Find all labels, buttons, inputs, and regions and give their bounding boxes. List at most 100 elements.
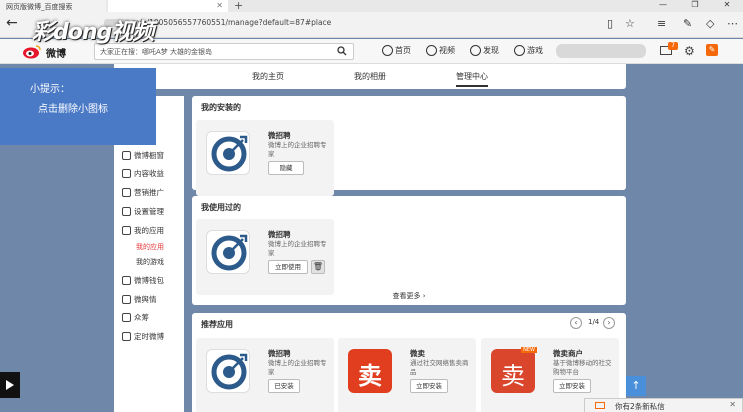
envelope-icon <box>595 402 605 409</box>
nav-home[interactable]: 首页 <box>382 45 411 56</box>
sidebar-item-wallet[interactable]: 微博钱包 <box>122 275 164 286</box>
installed-panel: 我的安装的 微招聘 微博上的企业招聘专家 隐藏 <box>192 96 626 196</box>
sidebar-item-crowdfund[interactable]: 众筹 <box>122 312 149 323</box>
sell-app-glyph: 卖 <box>358 362 382 390</box>
close-window-button[interactable]: ✕ <box>711 0 743 12</box>
install-now-button[interactable]: 立即安装 <box>410 379 448 393</box>
hub-icon[interactable]: ≡ <box>657 17 666 30</box>
sidebar-item-income[interactable]: 内容收益 <box>122 168 164 179</box>
browser-tab-1[interactable]: 网页版微博_百度搜索 <box>0 0 106 12</box>
recommended-panel: 推荐应用 ‹ 1/4 › 微招聘 微博上的企业招聘专家 已安装 卖 微卖 通过社… <box>192 313 626 412</box>
hide-button[interactable]: 隐藏 <box>268 161 304 175</box>
app-desc: 微博上的企业招聘专家 <box>268 359 327 376</box>
app-name: 微卖商户 <box>553 349 583 358</box>
weibo-logo-icon[interactable] <box>22 44 42 59</box>
url-field[interactable]: m/p/1005056557760551/manage?default=87#p… <box>132 18 331 27</box>
tab-manage-center[interactable]: 管理中心 <box>456 71 488 87</box>
use-now-button[interactable]: 立即使用 <box>268 260 308 274</box>
app-desc: 基于微博移动的社交购物平台 <box>553 359 612 376</box>
close-icon[interactable]: ✕ <box>729 400 736 409</box>
minimize-button[interactable]: — <box>647 0 679 12</box>
sidebar-item-label: 众筹 <box>134 313 149 322</box>
clock-icon <box>122 332 131 341</box>
favorite-star-icon[interactable]: ☆ <box>625 17 635 30</box>
share-icon[interactable]: ◇ <box>706 17 714 30</box>
nav-game[interactable]: 游戏 <box>514 45 543 56</box>
gear-icon[interactable]: ⚙ <box>684 44 695 58</box>
tip-heading: 小提示： <box>30 84 70 95</box>
install-now-button[interactable]: 立即安装 <box>553 379 591 393</box>
sidebar-item-label: 微舆情 <box>134 295 157 304</box>
nav-discover[interactable]: 发现 <box>470 45 499 56</box>
merchant-app-icon: 卖 NEW <box>491 347 537 393</box>
recommended-title: 推荐应用 <box>201 320 233 329</box>
user-name-blurred[interactable] <box>556 44 646 58</box>
new-tab-button[interactable]: + <box>234 0 243 12</box>
sidebar-item-settings[interactable]: 设置管理 <box>122 206 164 217</box>
browser-tab-bar: 网页版微博_百度搜索 ✕ + — ❐ ✕ <box>0 0 743 12</box>
tab-my-home[interactable]: 我的主页 <box>252 71 284 82</box>
message-text: 你有2条新私信 <box>615 402 665 411</box>
reading-view-icon[interactable]: ▯ <box>607 17 613 30</box>
back-arrow-icon[interactable]: ← <box>6 15 18 31</box>
mail-badge: 7 <box>668 42 678 50</box>
app-name: 微卖 <box>410 349 425 358</box>
browser-tab-1-label: 网页版微博_百度搜索 <box>6 3 73 11</box>
compose-icon[interactable]: ✎ <box>706 44 718 56</box>
delete-icon[interactable]: 🗑 <box>311 260 325 274</box>
sidebar-item-showcase[interactable]: 微博橱窗 <box>122 150 164 161</box>
manage-subnav: 我的主页 我的相册 管理中心 <box>114 64 626 89</box>
sidebar-subitem-my-games[interactable]: 我的游戏 <box>136 257 164 267</box>
app-desc: 微博上的企业招聘专家 <box>268 240 327 257</box>
nav-video[interactable]: 视频 <box>426 45 455 56</box>
app-card[interactable]: 微招聘 微博上的企业招聘专家 隐藏 <box>196 120 334 196</box>
sidebar-item-promote[interactable]: 营销推广 <box>122 187 164 198</box>
app-name: 微招聘 <box>268 131 291 140</box>
browser-tab-2[interactable]: ✕ <box>108 0 228 12</box>
target-app-icon <box>206 349 250 393</box>
crowdfund-icon <box>122 313 131 322</box>
game-icon <box>514 45 525 56</box>
page-indicator: 1/4 <box>588 318 600 326</box>
nav-game-label: 游戏 <box>527 46 543 55</box>
restore-button[interactable]: ❐ <box>679 0 711 12</box>
view-more-link[interactable]: 查看更多 › <box>192 291 626 301</box>
new-tag: NEW <box>521 347 537 353</box>
compass-icon <box>470 45 481 56</box>
app-card[interactable]: 卖 微卖 通过社交网络售卖商品 立即安装 <box>338 338 476 412</box>
sidebar-item-label: 我的应用 <box>134 226 164 235</box>
tip-overlay: 小提示： 点击删除小图标 <box>0 68 156 145</box>
sidebar-item-my-apps[interactable]: 我的应用 <box>122 225 164 236</box>
notes-icon[interactable]: ✎ <box>683 17 692 30</box>
search-icon[interactable] <box>337 46 347 56</box>
income-icon <box>122 169 131 178</box>
sidebar-item-label: 定时微博 <box>134 332 164 341</box>
tab-my-album[interactable]: 我的相册 <box>354 71 386 82</box>
sidebar-item-opinion[interactable]: 微舆情 <box>122 294 157 305</box>
search-input[interactable]: 大家正在搜：哪吒A梦 大雄的金银岛 <box>100 47 212 57</box>
sidebar-item-label: 微博橱窗 <box>134 151 164 160</box>
installed-title: 我的安装的 <box>201 103 241 112</box>
video-play-button[interactable] <box>0 372 20 398</box>
prev-page-button[interactable]: ‹ <box>570 317 582 329</box>
sidebar-item-label: 营销推广 <box>134 188 164 197</box>
app-desc: 通过社交网络售卖商品 <box>410 359 469 376</box>
watermark-logo: 彩dong视频 <box>32 20 154 45</box>
next-page-button[interactable]: › <box>603 317 615 329</box>
private-message-bar[interactable]: 你有2条新私信 ✕ <box>584 398 743 412</box>
app-card[interactable]: 微招聘 微博上的企业招聘专家 已安装 <box>196 338 334 412</box>
sidebar-item-scheduled[interactable]: 定时微博 <box>122 331 164 342</box>
sidebar-item-label: 内容收益 <box>134 169 164 178</box>
video-icon <box>426 45 437 56</box>
back-to-top-button[interactable]: ↑ <box>626 376 646 396</box>
target-app-icon <box>206 230 250 274</box>
close-tab-icon[interactable]: ✕ <box>216 1 223 10</box>
user-settings-icon <box>122 207 131 216</box>
sidebar-subitem-my-apps[interactable]: 我的应用 <box>136 242 164 252</box>
app-card[interactable]: 微招聘 微博上的企业招聘专家 立即使用 🗑 <box>196 219 334 295</box>
more-icon[interactable]: ⋯ <box>727 17 738 30</box>
showcase-icon <box>122 151 131 160</box>
sidebar-item-label: 微博钱包 <box>134 276 164 285</box>
app-name: 微招聘 <box>268 349 291 358</box>
installed-button[interactable]: 已安装 <box>268 379 300 393</box>
